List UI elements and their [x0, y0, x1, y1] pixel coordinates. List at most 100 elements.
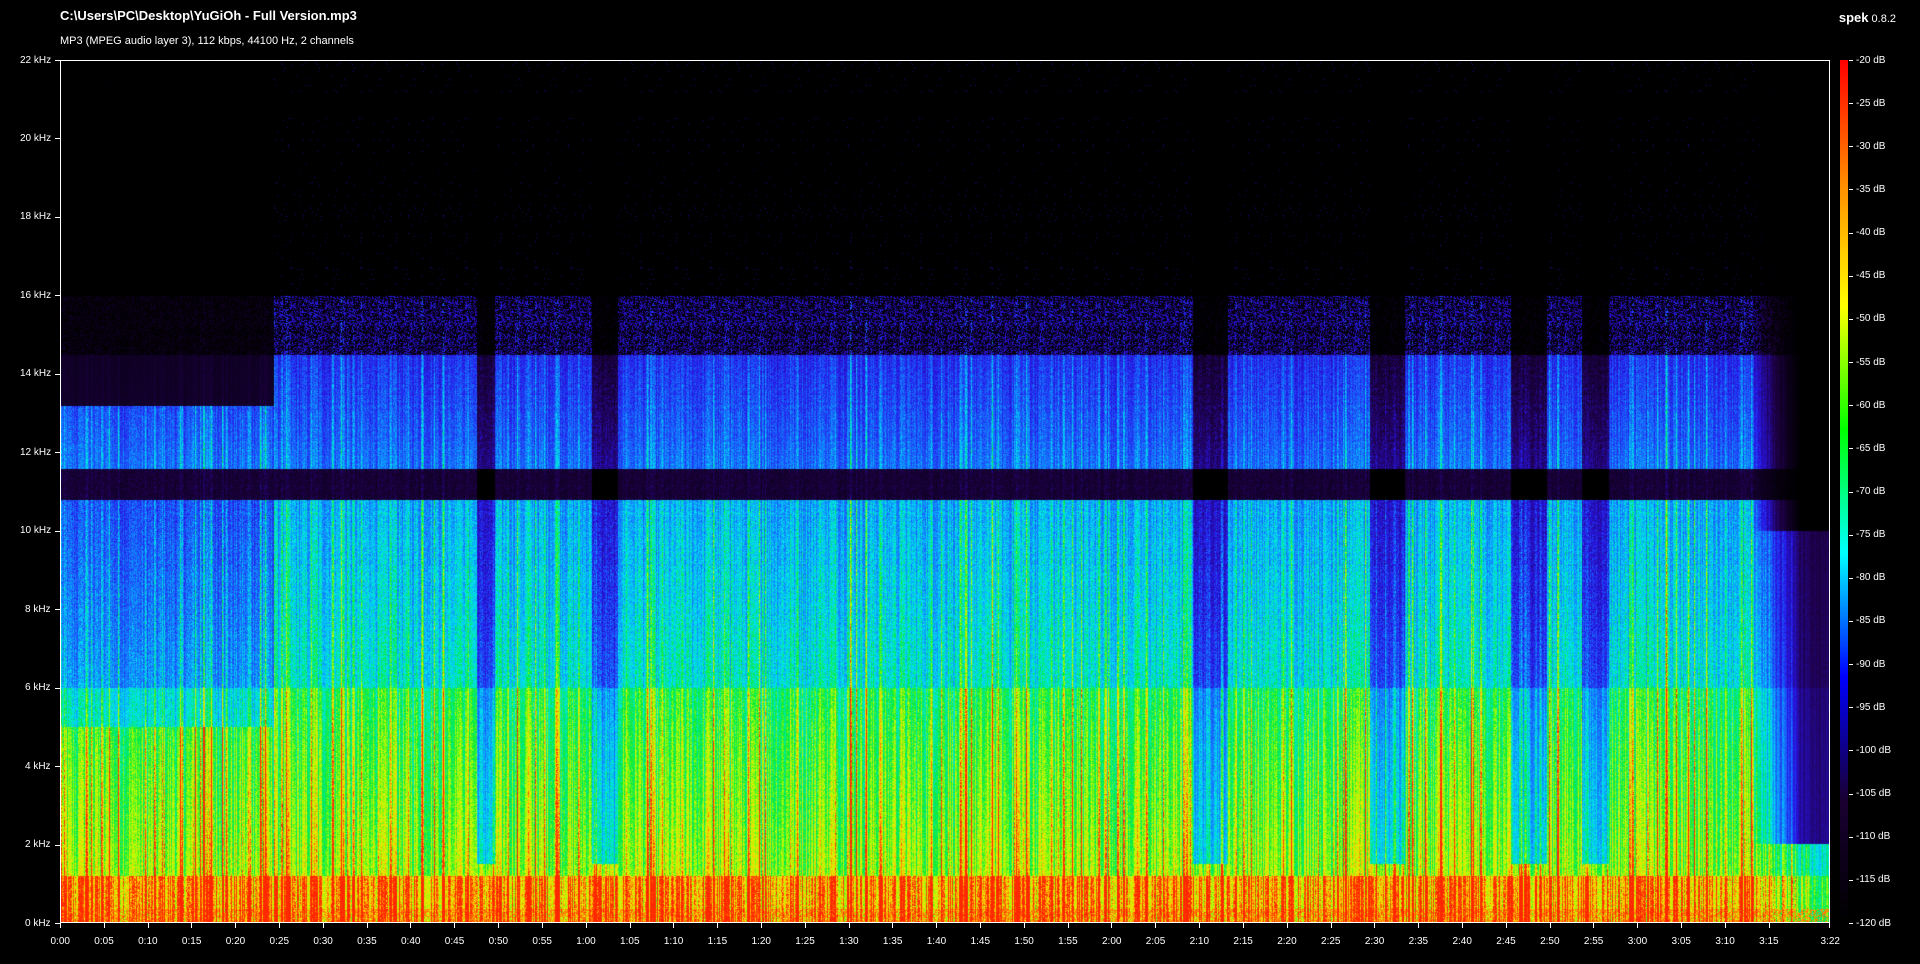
db-tick-label: -95 dB	[1856, 701, 1886, 713]
time-tick	[1593, 923, 1594, 928]
db-tick-label: -45 dB	[1856, 270, 1886, 282]
time-tick-label: 0:00	[50, 935, 70, 947]
time-tick	[1506, 923, 1507, 928]
db-tick-label: -30 dB	[1856, 140, 1886, 152]
time-tick-label: 1:00	[576, 935, 596, 947]
time-tick	[586, 923, 587, 928]
time-tick-label: 3:05	[1671, 935, 1691, 947]
db-tick	[1849, 664, 1853, 665]
time-tick-label: 2:50	[1540, 935, 1560, 947]
freq-tick-label: 20 kHz	[20, 132, 52, 144]
time-tick-label: 3:10	[1715, 935, 1735, 947]
time-tick	[1024, 923, 1025, 928]
db-tick-label: -85 dB	[1856, 615, 1886, 627]
freq-tick	[55, 531, 60, 532]
db-tick-label: -120 dB	[1856, 917, 1892, 929]
freq-tick-label: 2 kHz	[25, 839, 51, 851]
freq-tick-label: 14 kHz	[20, 368, 52, 380]
db-tick	[1849, 923, 1853, 924]
time-tick-label: 2:25	[1321, 935, 1341, 947]
time-tick-label: 2:45	[1496, 935, 1516, 947]
db-tick	[1849, 362, 1853, 363]
spectrogram-plot[interactable]	[60, 60, 1830, 923]
time-tick	[1829, 923, 1830, 928]
time-tick	[1462, 923, 1463, 928]
time-tick-label: 1:25	[795, 935, 815, 947]
time-tick	[279, 923, 280, 928]
time-tick-label: 2:20	[1277, 935, 1297, 947]
time-tick-label: 0:10	[138, 935, 158, 947]
time-tick	[1769, 923, 1770, 928]
time-tick	[1068, 923, 1069, 928]
time-tick	[673, 923, 674, 928]
freq-tick-label: 4 kHz	[25, 760, 51, 772]
time-tick-label: 1:30	[839, 935, 859, 947]
time-tick-label: 1:15	[707, 935, 728, 947]
time-tick-label: 1:35	[882, 935, 903, 947]
time-tick-label: 2:05	[1145, 935, 1166, 947]
db-tick	[1849, 837, 1853, 838]
freq-tick	[55, 295, 60, 296]
time-tick-label: 0:25	[269, 935, 290, 947]
db-tick-label: -80 dB	[1856, 572, 1886, 584]
db-tick	[1849, 621, 1853, 622]
db-tick-label: -55 dB	[1856, 356, 1886, 368]
freq-tick	[55, 688, 60, 689]
time-tick-label: 2:55	[1583, 935, 1604, 947]
time-tick-label: 0:30	[313, 935, 333, 947]
db-tick	[1849, 880, 1853, 881]
db-tick	[1849, 233, 1853, 234]
db-tick-label: -40 dB	[1856, 227, 1886, 239]
time-tick-label: 2:15	[1233, 935, 1253, 947]
freq-tick	[55, 609, 60, 610]
time-tick-label: 2:30	[1364, 935, 1385, 947]
db-tick-label: -105 dB	[1856, 788, 1892, 800]
time-tick-label: 1:05	[620, 935, 640, 947]
freq-tick-label: 8 kHz	[25, 603, 51, 615]
time-tick	[980, 923, 981, 928]
time-tick-label: 0:20	[225, 935, 246, 947]
time-tick-label: 2:35	[1408, 935, 1429, 947]
db-tick	[1849, 448, 1853, 449]
time-tick-label: 3:22	[1820, 935, 1840, 947]
time-tick	[323, 923, 324, 928]
time-tick	[454, 923, 455, 928]
time-tick	[148, 923, 149, 928]
time-tick	[936, 923, 937, 928]
db-tick	[1849, 276, 1853, 277]
time-tick-label: 0:05	[94, 935, 114, 947]
db-tick	[1849, 535, 1853, 536]
freq-tick	[55, 374, 60, 375]
db-tick	[1849, 707, 1853, 708]
time-tick-label: 1:45	[970, 935, 991, 947]
db-tick	[1849, 405, 1853, 406]
time-tick	[1725, 923, 1726, 928]
db-tick-label: -70 dB	[1856, 486, 1886, 497]
db-tick	[1849, 794, 1853, 795]
db-tick	[1849, 319, 1853, 320]
freq-tick	[55, 217, 60, 218]
time-tick-label: 1:50	[1014, 935, 1034, 947]
time-tick	[805, 923, 806, 928]
db-tick-label: -110 dB	[1856, 831, 1891, 843]
freq-tick	[55, 845, 60, 846]
time-tick	[761, 923, 762, 928]
time-tick-label: 0:15	[181, 935, 202, 947]
time-tick-label: 0:40	[400, 935, 421, 947]
db-colorbar	[1840, 60, 1848, 923]
time-tick	[1550, 923, 1551, 928]
app-brand: spek 0.8.2	[1839, 10, 1896, 25]
freq-tick	[55, 60, 60, 61]
time-tick	[410, 923, 411, 928]
freq-tick	[55, 766, 60, 767]
time-tick	[1374, 923, 1375, 928]
time-tick	[1199, 923, 1200, 928]
db-tick	[1849, 146, 1853, 147]
db-tick-label: -50 dB	[1856, 313, 1886, 325]
time-tick	[717, 923, 718, 928]
time-tick-label: 1:10	[663, 935, 684, 947]
time-tick	[1331, 923, 1332, 928]
time-tick	[892, 923, 893, 928]
time-tick	[1243, 923, 1244, 928]
db-tick-label: -100 dB	[1856, 744, 1892, 756]
